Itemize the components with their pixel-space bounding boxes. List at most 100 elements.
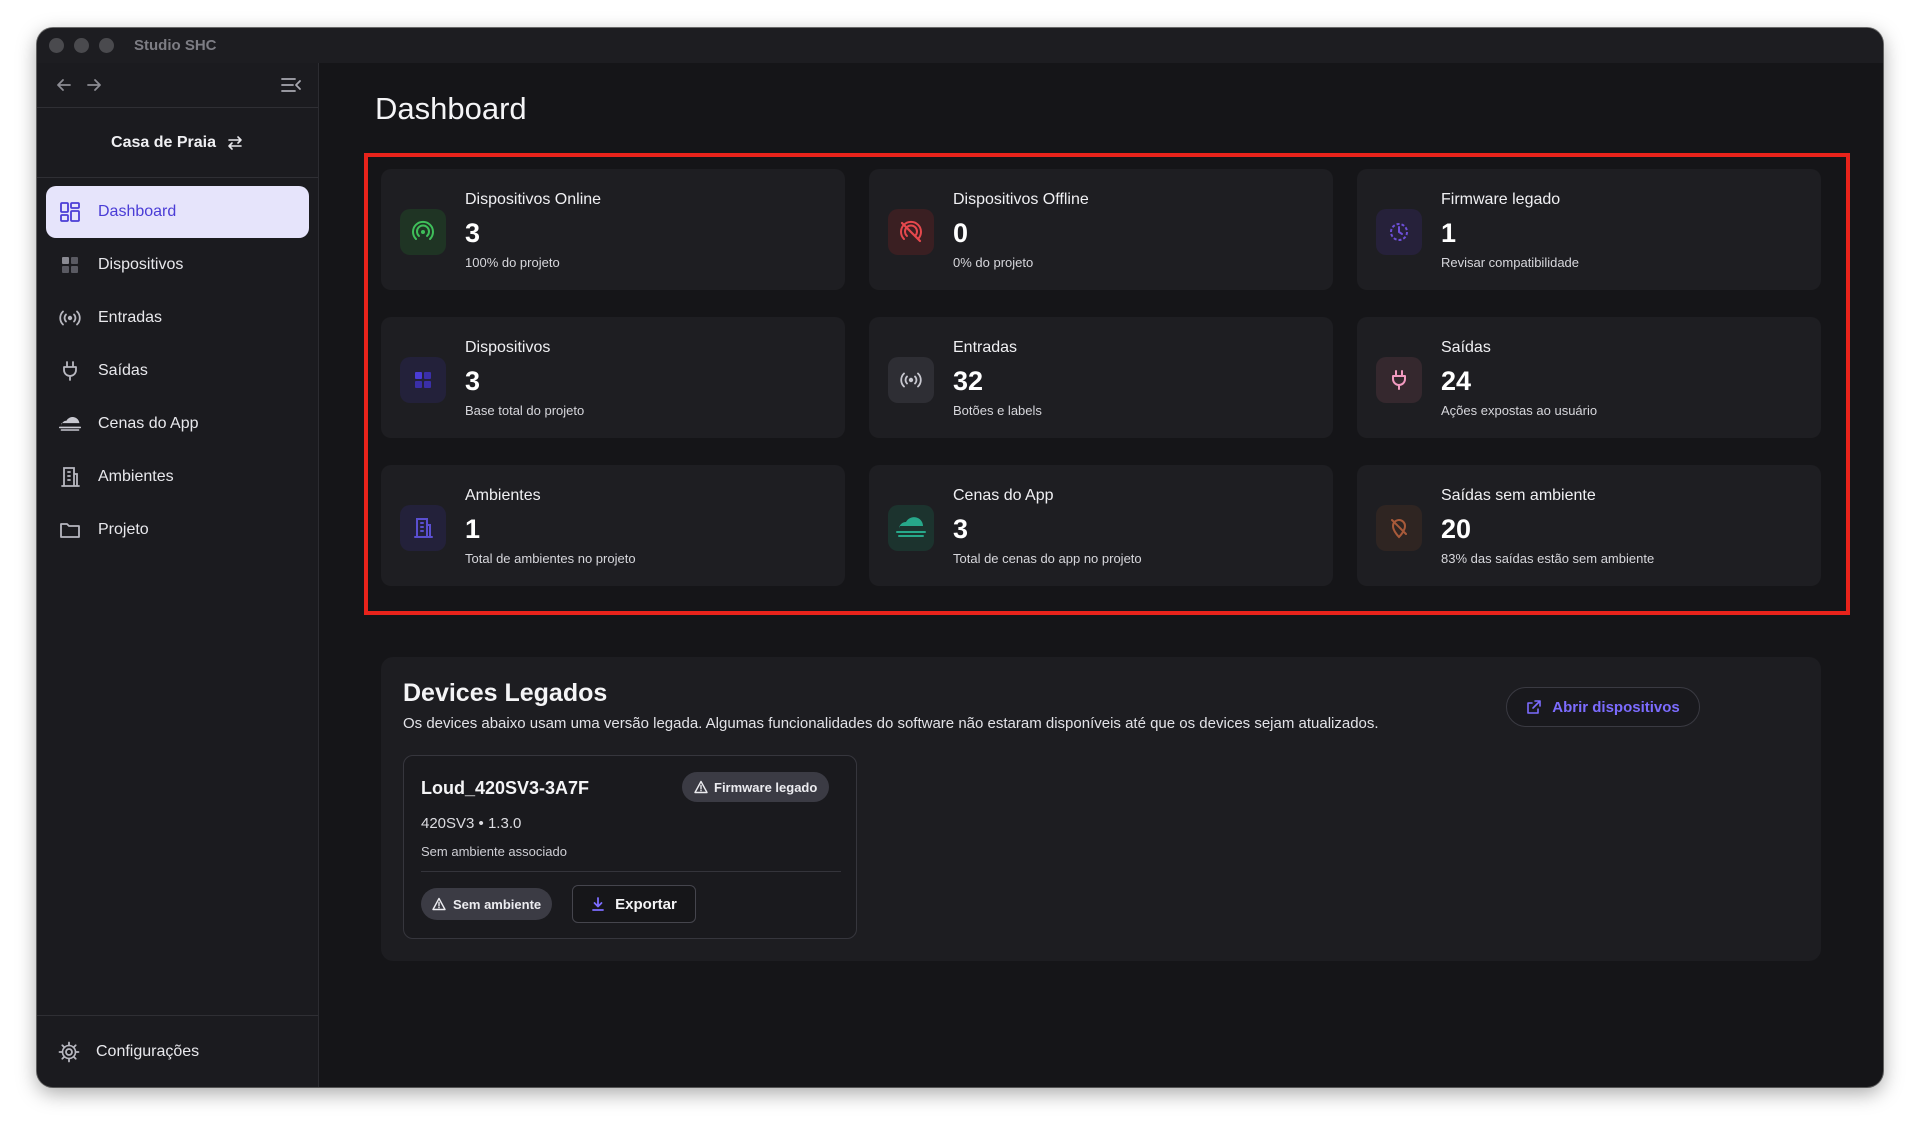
stat-card-offline[interactable]: Dispositivos Offline 0 0% do projeto: [869, 169, 1333, 290]
maximize-window-button[interactable]: [99, 38, 114, 53]
back-button[interactable]: [49, 70, 79, 100]
sidebar: Casa de Praia Dashboard Dispositivos Ent…: [37, 63, 319, 1087]
offline-icon: [888, 209, 934, 255]
arrow-left-icon: [57, 79, 71, 91]
export-label: Exportar: [615, 895, 677, 913]
no-environment-chip: Sem ambiente: [421, 888, 553, 920]
building-icon: [400, 505, 446, 551]
plug-icon: [1376, 357, 1422, 403]
stat-card-saidas[interactable]: Saídas 24 Ações expostas ao usuário: [1357, 317, 1821, 438]
sidebar-item-ambientes[interactable]: Ambientes: [46, 451, 309, 503]
stat-card-online[interactable]: Dispositivos Online 3 100% do projeto: [381, 169, 845, 290]
close-window-button[interactable]: [49, 38, 64, 53]
device-model-version: 420SV3 • 1.3.0: [421, 815, 522, 832]
sidebar-item-label: Projeto: [98, 521, 149, 538]
collapse-menu-icon: [281, 78, 301, 92]
divider: [421, 871, 841, 872]
stat-card-cenas-do-app[interactable]: Cenas do App 3 Total de cenas do app no …: [869, 465, 1333, 586]
sidebar-item-label: Dashboard: [98, 203, 177, 220]
cloud-icon: [58, 412, 82, 436]
stat-card-firmware-legado[interactable]: Firmware legado 1 Revisar compatibilidad…: [1357, 169, 1821, 290]
sidebar-item-entradas[interactable]: Entradas: [46, 292, 309, 344]
title-bar: Studio SHC: [37, 28, 1883, 63]
window-controls: [49, 38, 114, 53]
minimize-window-button[interactable]: [74, 38, 89, 53]
stat-value: 3: [465, 218, 481, 248]
warning-icon: [694, 780, 708, 794]
stat-value: 20: [1441, 514, 1472, 544]
sidebar-item-saidas[interactable]: Saídas: [46, 345, 309, 397]
sidebar-item-dashboard[interactable]: Dashboard: [46, 186, 309, 238]
app-window: Studio SHC Casa de Praia Dashboard Dispo…: [37, 28, 1883, 1087]
stat-subtext: 83% das saídas estão sem ambiente: [1441, 551, 1655, 566]
legacy-title: Devices Legados: [403, 679, 608, 707]
stat-subtext: 0% do projeto: [953, 255, 1034, 270]
stat-value: 32: [953, 366, 984, 396]
stat-label: Cenas do App: [953, 487, 1054, 504]
building-icon: [58, 465, 82, 489]
firmware-badge: Firmware legado: [682, 772, 830, 802]
stat-label: Ambientes: [465, 487, 541, 504]
stat-subtext: 100% do projeto: [465, 255, 560, 270]
legacy-devices-panel: Devices Legados Os devices abaixo usam u…: [381, 657, 1821, 961]
stat-card-ambientes[interactable]: Ambientes 1 Total de ambientes no projet…: [381, 465, 845, 586]
gear-icon: [58, 1041, 80, 1062]
app-title: Studio SHC: [134, 37, 217, 54]
stat-value: 3: [953, 514, 969, 544]
stat-label: Saídas sem ambiente: [1441, 487, 1596, 504]
history-icon: [1376, 209, 1422, 255]
stat-label: Entradas: [953, 339, 1018, 356]
external-link-icon: [1527, 700, 1542, 714]
stats-grid: Dispositivos Online 3 100% do projeto Di…: [381, 169, 1821, 595]
online-icon: [400, 209, 446, 255]
devices-icon: [58, 253, 82, 277]
open-devices-button[interactable]: Abrir dispositivos: [1506, 687, 1700, 727]
devices-icon: [400, 357, 446, 403]
sidebar-item-label: Ambientes: [98, 468, 174, 485]
stat-label: Firmware legado: [1441, 191, 1561, 208]
stat-subtext: Total de cenas do app no projeto: [953, 551, 1142, 566]
sidebar-item-label: Dispositivos: [98, 256, 184, 273]
stat-subtext: Botões e labels: [953, 403, 1042, 418]
sidebar-item-cenas-do-app[interactable]: Cenas do App: [46, 398, 309, 450]
stat-subtext: Base total do projeto: [465, 403, 585, 418]
sidebar-nav: Dashboard Dispositivos Entradas Saídas C…: [37, 178, 318, 565]
sidebar-item-label: Cenas do App: [98, 415, 199, 432]
stat-value: 0: [953, 218, 969, 248]
legacy-description: Os devices abaixo usam uma versão legada…: [403, 715, 1379, 732]
arrow-right-icon: [87, 79, 101, 91]
device-environment: Sem ambiente associado: [421, 844, 567, 859]
stat-label: Saídas: [1441, 339, 1491, 356]
stat-value: 1: [1441, 218, 1457, 248]
download-icon: [592, 897, 605, 911]
legacy-device-card: Loud_420SV3-3A7F Firmware legado 420SV3 …: [403, 755, 857, 939]
stat-subtext: Total de ambientes no projeto: [465, 551, 636, 566]
sidebar-item-projeto[interactable]: Projeto: [46, 504, 309, 556]
sidebar-item-label: Saídas: [98, 362, 148, 379]
settings-button[interactable]: Configurações: [37, 1015, 318, 1087]
folder-icon: [58, 518, 82, 542]
stat-label: Dispositivos Online: [465, 191, 602, 208]
device-name: Loud_420SV3-3A7F: [421, 778, 590, 798]
stat-label: Dispositivos: [465, 339, 551, 356]
stat-card-saidas-sem-ambiente[interactable]: Saídas sem ambiente 20 83% das saídas es…: [1357, 465, 1821, 586]
stat-value: 1: [465, 514, 481, 544]
project-switcher[interactable]: Casa de Praia: [37, 108, 318, 178]
export-button[interactable]: Exportar: [572, 885, 696, 923]
stat-card-dispositivos[interactable]: Dispositivos 3 Base total do projeto: [381, 317, 845, 438]
forward-button[interactable]: [79, 70, 109, 100]
open-devices-label: Abrir dispositivos: [1552, 698, 1680, 716]
settings-label: Configurações: [96, 1042, 200, 1060]
broadcast-icon: [58, 306, 82, 330]
broadcast-icon: [888, 357, 934, 403]
plug-icon: [58, 359, 82, 383]
no-location-icon: [1376, 505, 1422, 551]
stat-label: Dispositivos Offline: [953, 191, 1089, 208]
collapse-sidebar-button[interactable]: [276, 70, 306, 100]
warning-icon: [432, 897, 446, 911]
stat-subtext: Revisar compatibilidade: [1441, 255, 1580, 270]
dashboard-icon: [58, 200, 82, 224]
sidebar-item-dispositivos[interactable]: Dispositivos: [46, 239, 309, 291]
swap-icon: [228, 135, 242, 150]
stat-card-entradas[interactable]: Entradas 32 Botões e labels: [869, 317, 1333, 438]
